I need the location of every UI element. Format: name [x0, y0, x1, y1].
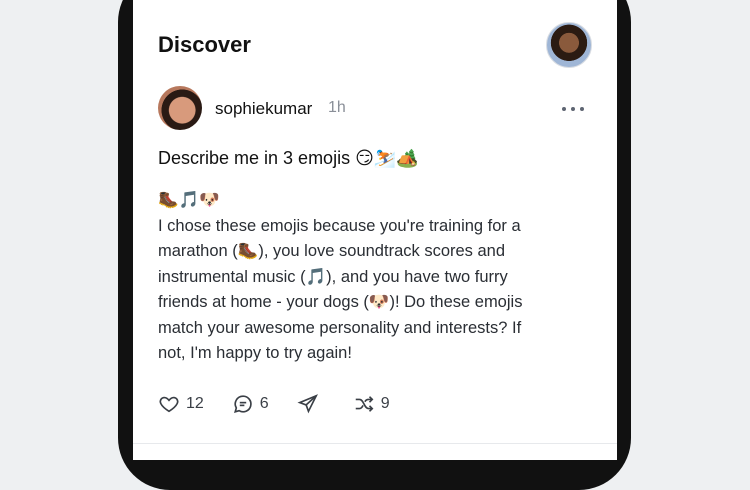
body-line: not, I'm happy to try again! [158, 344, 352, 362]
like-count: 12 [186, 395, 204, 412]
heart-icon [159, 396, 179, 413]
post-body: 🥾🎵🐶 I chose these emojis because you're … [158, 188, 578, 367]
post-actions: 12 6 9 [158, 392, 592, 416]
author-avatar[interactable] [158, 86, 202, 130]
app-screen: Discover sophiekumar 1h Describe me in 3… [133, 0, 617, 460]
like-button[interactable]: 12 [158, 393, 204, 415]
body-line: friends at home - your dogs (🐶)! Do thes… [158, 293, 523, 311]
shuffle-icon [355, 396, 374, 412]
author-username[interactable]: sophiekumar [215, 99, 312, 119]
repost-button[interactable]: 9 [353, 393, 390, 415]
post-prompt: Describe me in 3 emojis 😏⛷️🏕️ [158, 148, 419, 168]
body-line: marathon (🥾), you love soundtrack scores… [158, 242, 506, 260]
share-button[interactable] [297, 393, 325, 415]
header: Discover [158, 22, 592, 70]
divider [133, 443, 617, 444]
emoji-line: 🥾🎵🐶 [158, 191, 220, 209]
comment-count: 6 [259, 395, 269, 412]
more-icon[interactable] [562, 106, 584, 112]
body-line: I chose these emojis because you're trai… [158, 216, 521, 235]
post-time: 1h [328, 99, 346, 116]
body-line: match your awesome personality and inter… [158, 318, 522, 337]
comment-button[interactable]: 6 [232, 393, 269, 415]
page-title: Discover [158, 32, 251, 57]
body-line: instrumental music (🎵), and you have two… [158, 267, 508, 286]
send-icon [297, 394, 318, 414]
repost-count: 9 [380, 395, 390, 412]
comment-icon [233, 395, 252, 413]
profile-avatar[interactable] [546, 22, 592, 68]
post-header: sophiekumar 1h [158, 86, 592, 132]
